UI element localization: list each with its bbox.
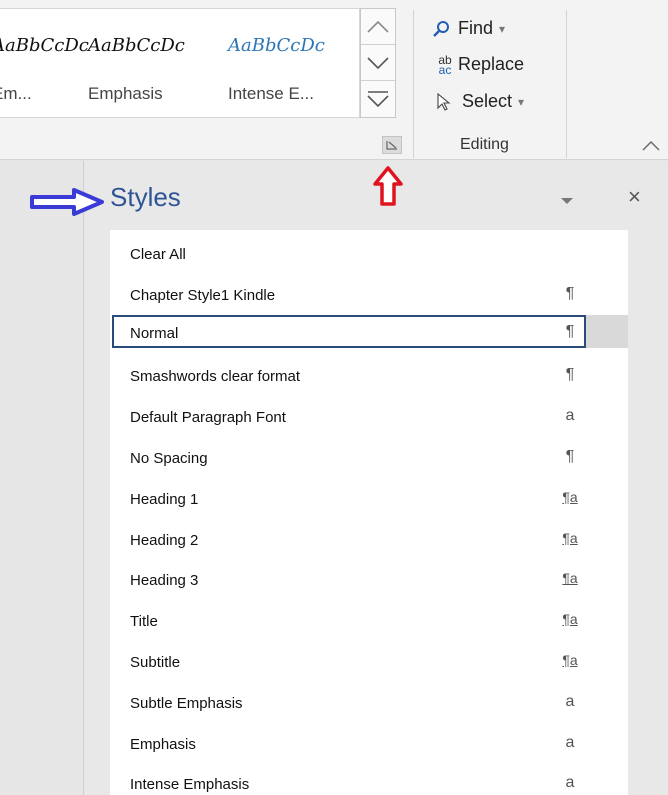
linked-style-icon: ¶a (562, 529, 578, 546)
styles-dialog-launcher-button[interactable] (382, 136, 402, 154)
more-chevron-icon (367, 91, 389, 108)
character-style-icon: a (565, 774, 575, 792)
chevron-up-icon (367, 20, 389, 33)
style-item-label: No Spacing (130, 450, 208, 467)
pane-options-button[interactable] (560, 192, 574, 210)
style-list-item[interactable]: Title ¶a (110, 600, 628, 640)
annotation-arrow-right-icon (30, 188, 104, 216)
gallery-scroll-controls (360, 8, 396, 118)
chevron-down-icon (367, 56, 389, 69)
dialog-launcher-icon (386, 141, 397, 150)
editing-group-label: Editing (460, 136, 509, 153)
style-item-label: Chapter Style1 Kindle (130, 286, 276, 304)
find-button[interactable]: Find ▾ (432, 18, 505, 39)
style-list-item[interactable]: Default Paragraph Font a (110, 396, 628, 436)
style-list-item[interactable]: Smashwords clear format ¶ (110, 355, 628, 395)
gallery-style-tile[interactable]: AaBbCcDc Intense E... (228, 9, 358, 117)
gallery-style-sample: AaBbCcDc (88, 35, 185, 56)
style-item-label: Default Paragraph Font (130, 409, 286, 427)
replace-label: Replace (458, 54, 525, 74)
style-list-item[interactable]: Heading 3 ¶a (110, 559, 628, 599)
styles-list: Clear All Chapter Style1 Kindle ¶ Normal ¶ Sm… (110, 230, 628, 795)
style-item-label: Heading 3 (130, 572, 199, 590)
close-pane-button[interactable]: × (628, 184, 641, 210)
style-item-label: Subtitle (130, 654, 181, 671)
cursor-arrow-icon (436, 92, 462, 111)
style-list-item[interactable]: Heading 2 ¶a (110, 519, 628, 559)
chevron-down-icon (561, 198, 573, 204)
find-label: Find (458, 18, 494, 38)
gallery-style-tile[interactable]: AaBbCcDc Emphasis (88, 9, 218, 117)
style-list-item[interactable]: Intense Emphasis a (110, 763, 628, 795)
style-list-item[interactable]: Clear All (110, 233, 628, 273)
style-item-label: Clear All (130, 246, 186, 263)
linked-style-icon: ¶a (562, 652, 578, 668)
gallery-style-sample: AaBbCcDc (0, 35, 89, 56)
gallery-style-name: Emphasis (88, 84, 163, 103)
replace-ab-ac-icon: ab ac (432, 54, 458, 77)
style-item-label: Normal (130, 324, 179, 342)
magnifier-icon (432, 20, 458, 38)
document-area (0, 161, 84, 795)
paragraph-style-icon: ¶ (565, 284, 575, 302)
style-item-label: Heading 1 (130, 490, 199, 508)
style-item-label: Intense Emphasis (130, 776, 250, 794)
chevron-up-icon (642, 141, 660, 151)
paragraph-style-icon: ¶ (565, 366, 575, 384)
gallery-more-button[interactable] (361, 81, 395, 117)
gallery-style-sample: AaBbCcDc (228, 35, 325, 56)
style-list-item[interactable]: Chapter Style1 Kindle ¶ (110, 274, 628, 314)
ribbon: AaBbCcDc Em... AaBbCcDc Emphasis AaBbCcD… (0, 0, 668, 160)
style-list-item[interactable]: Subtitle ¶a (110, 641, 628, 681)
style-item-label: Subtle Emphasis (130, 694, 243, 712)
gallery-style-name: Em... (0, 84, 32, 103)
style-list-item[interactable]: Emphasis a (110, 723, 628, 763)
ribbon-group-separator (566, 10, 567, 158)
style-item-label: Heading 2 (130, 531, 199, 549)
replace-button[interactable]: ab ac Replace (432, 54, 525, 77)
selection-outline (112, 314, 586, 348)
chevron-down-icon: ▾ (518, 94, 525, 109)
styles-gallery: AaBbCcDc Em... AaBbCcDc Emphasis AaBbCcD… (0, 8, 360, 118)
gallery-scroll-down-button[interactable] (361, 45, 395, 81)
replace-icon-bottom: ac (438, 62, 452, 77)
ribbon-group-separator (413, 10, 414, 158)
style-list-item[interactable]: Heading 1 ¶a (110, 478, 628, 518)
linked-style-icon: ¶a (562, 488, 578, 505)
close-icon: × (628, 184, 641, 209)
style-item-dropdown-area[interactable] (586, 314, 628, 348)
gallery-scroll-up-button[interactable] (361, 9, 395, 45)
style-list-item[interactable]: Normal ¶ (110, 314, 628, 355)
gallery-style-name: Intense E... (228, 84, 314, 103)
paragraph-style-icon: ¶ (565, 448, 575, 465)
style-item-label: Title (130, 613, 158, 631)
linked-style-icon: ¶a (562, 570, 578, 587)
annotation-arrow-up-icon (373, 166, 403, 206)
select-button[interactable]: Select ▾ (436, 91, 524, 112)
gallery-style-tile[interactable]: AaBbCcDc Em... (0, 9, 89, 117)
linked-style-icon: ¶a (562, 611, 578, 628)
character-style-icon: a (565, 733, 575, 751)
collapse-ribbon-button[interactable] (642, 138, 660, 156)
style-list-item[interactable]: No Spacing ¶ (110, 437, 628, 477)
paragraph-style-icon: ¶ (565, 322, 575, 340)
styles-pane-title: Styles (110, 182, 181, 212)
character-style-icon: a (565, 407, 575, 425)
style-item-label: Smashwords clear format (130, 368, 301, 386)
select-label: Select (462, 91, 513, 111)
chevron-down-icon: ▾ (499, 21, 506, 36)
style-item-label: Emphasis (130, 735, 196, 753)
word-window: AaBbCcDc Em... AaBbCcDc Emphasis AaBbCcD… (0, 0, 668, 795)
style-list-item[interactable]: Subtle Emphasis a (110, 682, 628, 722)
character-style-icon: a (565, 692, 575, 710)
